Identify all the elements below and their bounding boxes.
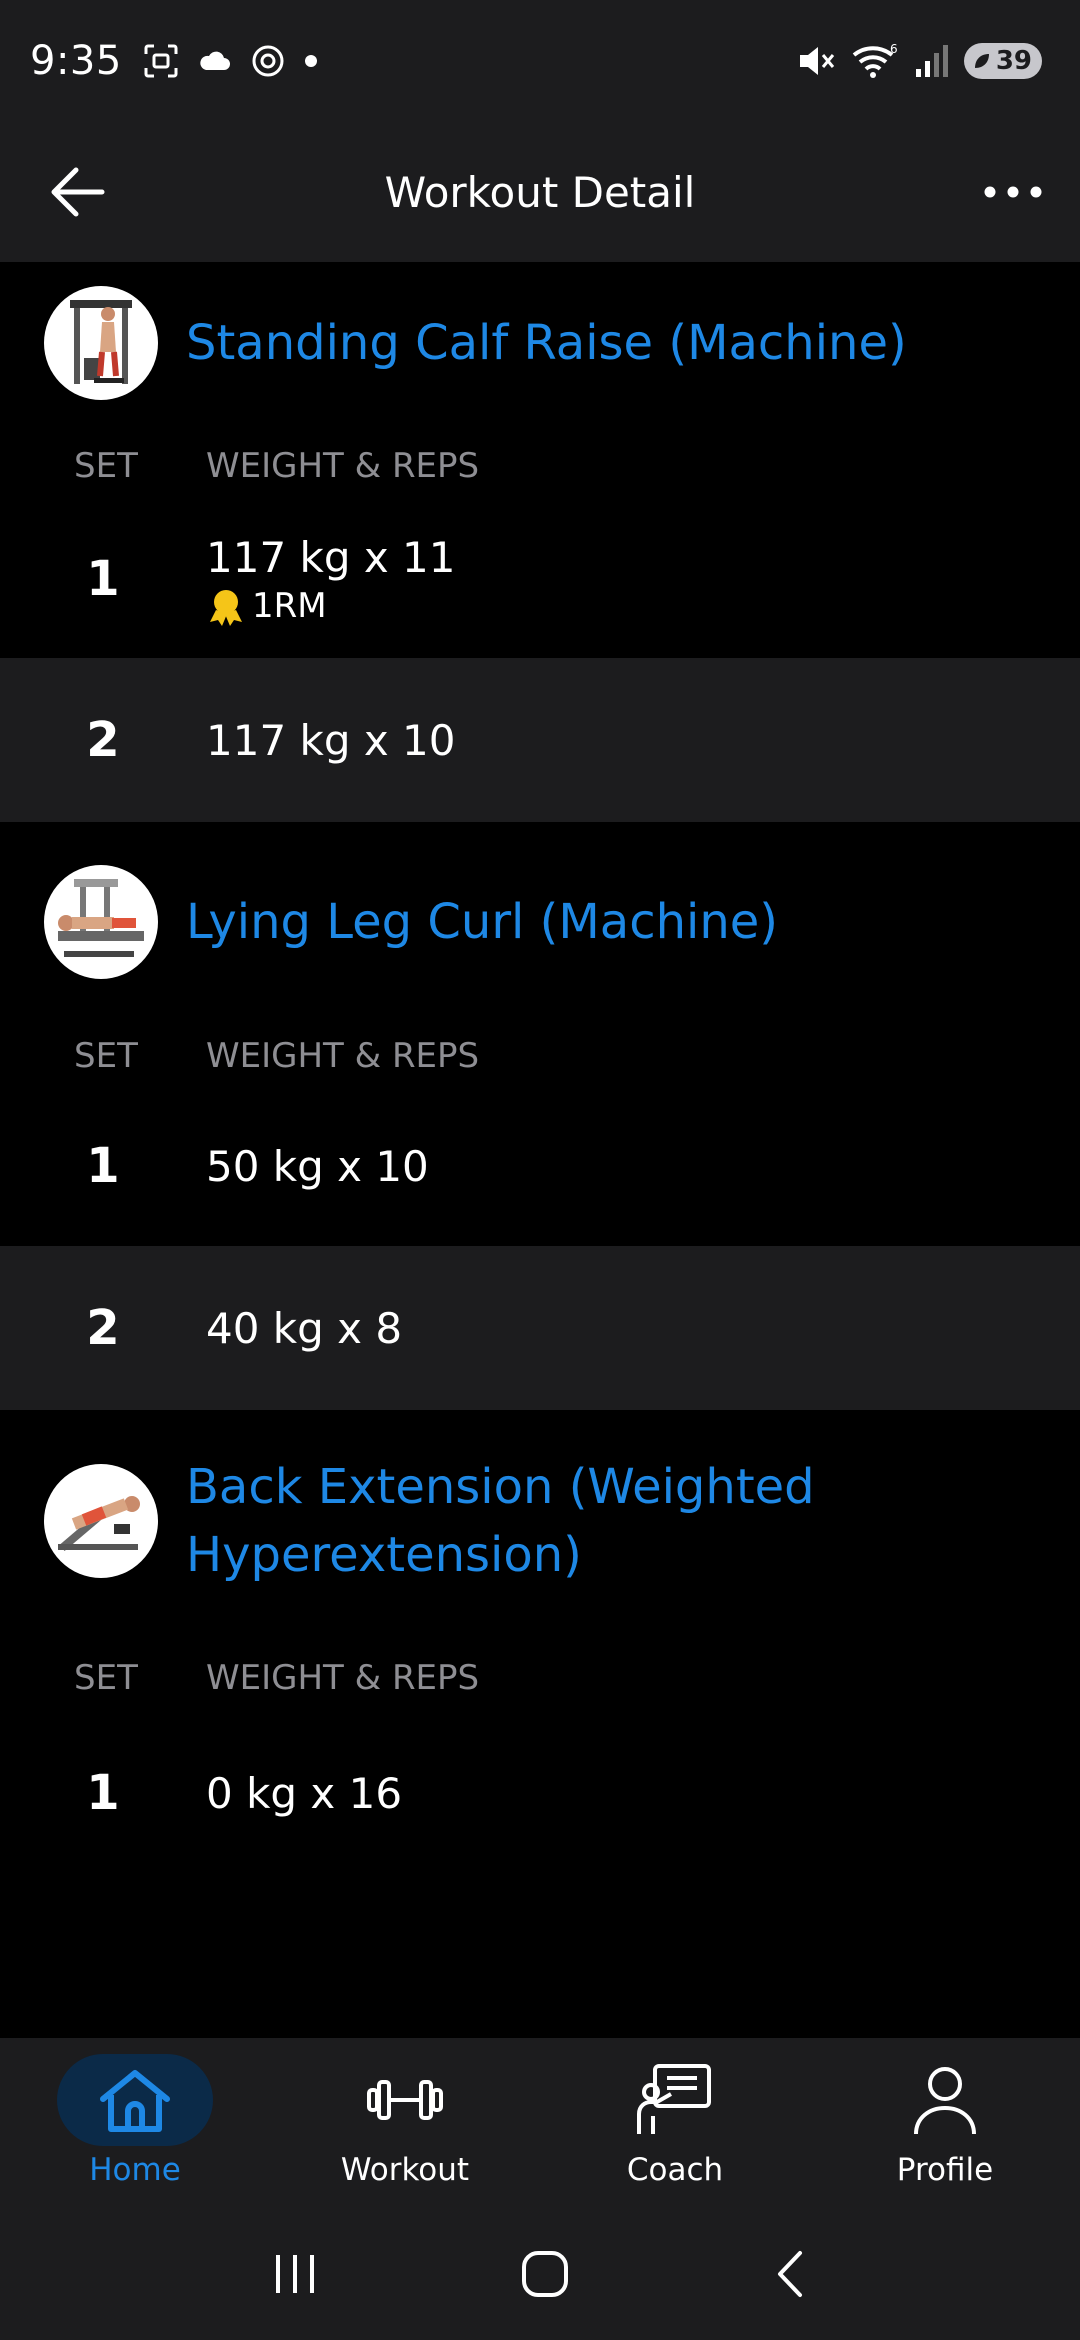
exercise-thumbnail: [44, 1464, 158, 1578]
weight-reps-column-label: WEIGHT & REPS: [206, 1658, 480, 1698]
workout-content: Standing Calf Raise (Machine) SET WEIGHT…: [0, 262, 1080, 2038]
cloud-icon: [200, 51, 230, 70]
exercise-card: Lying Leg Curl (Machine) SET WEIGHT & RE…: [0, 822, 1080, 1410]
nav-coach-label: Coach: [626, 2152, 724, 2188]
medal-icon: [210, 589, 242, 626]
svg-text:6: 6: [890, 42, 898, 56]
set-column-header: SET WEIGHT & REPS: [0, 1026, 1080, 1086]
system-navigation-bar: [0, 2208, 1080, 2340]
set-value-group: 0 kg x 16: [206, 1769, 402, 1818]
home-button-icon[interactable]: [520, 2249, 570, 2299]
set-value-group: 40 kg x 8: [206, 1304, 402, 1353]
set-column-header: SET WEIGHT & REPS: [0, 436, 1080, 496]
nav-profile[interactable]: Profile: [810, 2038, 1080, 2208]
set-number: 2: [86, 712, 120, 768]
exercise-thumbnail: [44, 865, 158, 979]
set-weight-reps: 117 kg x 11: [206, 532, 456, 582]
set-number: 1: [86, 1138, 120, 1194]
nav-workout-icon-wrap: [327, 2054, 483, 2146]
recent-apps-icon[interactable]: [270, 2251, 320, 2297]
nav-workout[interactable]: Workout: [270, 2038, 540, 2208]
exercise-title-line-2[interactable]: Hyperextension): [186, 1521, 815, 1589]
set-weight-reps: 40 kg x 8: [206, 1303, 403, 1353]
status-right-icons: 6 39: [796, 41, 1042, 81]
set-number: 1: [86, 1765, 120, 1821]
set-weight-reps: 0 kg x 16: [206, 1768, 403, 1818]
set-column-label: SET: [74, 446, 138, 486]
exercise-title-group[interactable]: Back Extension (Weighted Hyperextension): [158, 1453, 815, 1589]
status-time: 9:35: [30, 38, 122, 84]
nav-home-label: Home: [89, 2152, 181, 2188]
set-row: 2 117 kg x 10: [0, 658, 1080, 822]
page-title: Workout Detail: [384, 167, 696, 217]
wifi-icon: 6: [852, 42, 898, 78]
more-horizontal-icon[interactable]: [978, 166, 1048, 218]
nav-home-highlight: [57, 2054, 213, 2146]
set-number: 1: [86, 551, 120, 607]
nav-coach-icon-wrap: [597, 2054, 753, 2146]
app-header: Workout Detail: [0, 122, 1080, 262]
leg-curl-illustration: [58, 879, 144, 957]
threads-icon: [252, 45, 284, 77]
calf-raise-illustration: [70, 300, 132, 384]
home-icon: [100, 2070, 170, 2132]
set-weight-reps: 50 kg x 10: [206, 1141, 429, 1191]
back-extension-illustration: [58, 1496, 140, 1552]
exercise-title-line-1[interactable]: Back Extension (Weighted: [186, 1453, 815, 1521]
set-number: 2: [86, 1300, 120, 1356]
set-column-label: SET: [74, 1036, 138, 1076]
exercise-header[interactable]: Lying Leg Curl (Machine): [0, 822, 1080, 1022]
set-value-group: 117 kg x 10: [206, 716, 456, 765]
personal-record-badge: 1RM: [206, 586, 456, 626]
user-icon: [914, 2067, 976, 2135]
exercise-header[interactable]: Standing Calf Raise (Machine): [0, 262, 1080, 424]
set-column-header: SET WEIGHT & REPS: [0, 1648, 1080, 1708]
exercise-header[interactable]: Back Extension (Weighted Hyperextension): [0, 1410, 1080, 1632]
exercise-title[interactable]: Lying Leg Curl (Machine): [186, 888, 778, 956]
exercise-card: Back Extension (Weighted Hyperextension)…: [0, 1410, 1080, 1878]
battery-level: 39: [995, 46, 1032, 76]
signal-icon: [915, 45, 948, 77]
exercise-thumbnail: [44, 286, 158, 400]
dumbbell-icon: [367, 2080, 443, 2120]
nav-coach[interactable]: Coach: [540, 2038, 810, 2208]
status-left-icons: [142, 42, 318, 80]
set-row: 1 50 kg x 10: [0, 1086, 1080, 1246]
set-value-group: 50 kg x 10: [206, 1142, 429, 1191]
set-column-label: SET: [74, 1658, 138, 1698]
coach-icon: [637, 2064, 711, 2134]
nav-home[interactable]: Home: [0, 2038, 270, 2208]
system-back-icon[interactable]: [770, 2249, 810, 2299]
set-row: 2 40 kg x 8: [0, 1246, 1080, 1410]
set-weight-reps: 117 kg x 10: [206, 715, 456, 765]
battery-indicator: 39: [963, 43, 1042, 79]
weight-reps-column-label: WEIGHT & REPS: [206, 446, 480, 486]
arrow-left-icon[interactable]: [46, 162, 110, 222]
dot-icon: [304, 55, 317, 67]
mute-icon: [799, 47, 834, 75]
nav-workout-label: Workout: [340, 2152, 470, 2188]
set-value-group: 117 kg x 11 1RM: [206, 533, 456, 626]
exercise-card: Standing Calf Raise (Machine) SET WEIGHT…: [0, 262, 1080, 822]
set-row: 1 117 kg x 11 1RM: [0, 500, 1080, 658]
screenshot-icon: [144, 44, 178, 78]
set-row: 1 0 kg x 16: [0, 1708, 1080, 1878]
nav-profile-label: Profile: [896, 2152, 994, 2188]
exercise-title[interactable]: Standing Calf Raise (Machine): [186, 309, 907, 377]
weight-reps-column-label: WEIGHT & REPS: [206, 1036, 480, 1076]
bottom-navigation: Home Workout Coach Profile: [0, 2038, 1080, 2208]
personal-record-label: 1RM: [252, 585, 327, 626]
status-bar: 9:35 6 39: [0, 0, 1080, 122]
leaf-icon: [974, 54, 989, 68]
app-root: 9:35 6 39 Workout Detail Standing Calf R…: [0, 0, 1080, 2340]
nav-profile-icon-wrap: [867, 2054, 1023, 2146]
